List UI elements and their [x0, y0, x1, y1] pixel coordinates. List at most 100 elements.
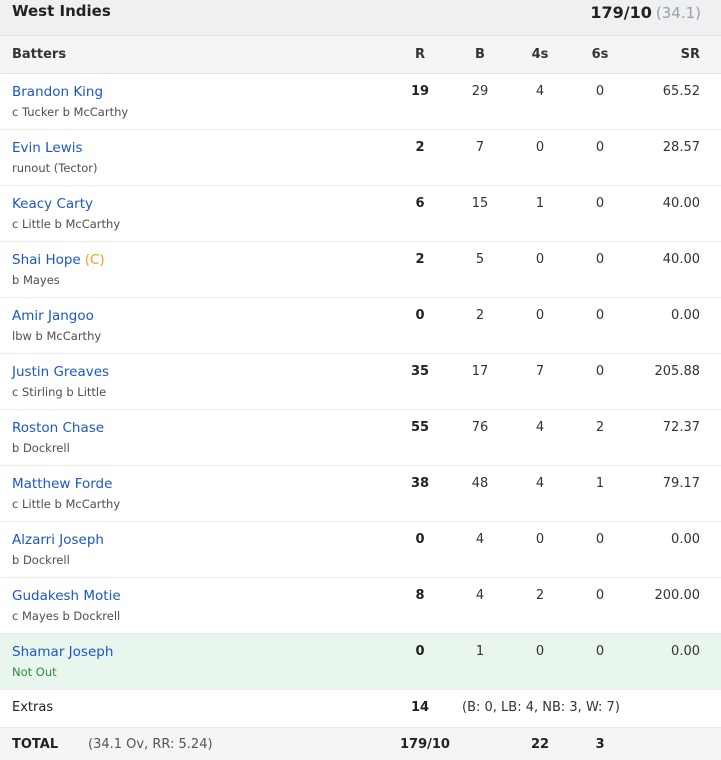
sixes-cell: 0	[595, 84, 605, 99]
captain-badge: (C)	[84, 252, 105, 268]
extras-detail: (B: 0, LB: 4, NB: 3, W: 7)	[462, 700, 620, 715]
extras-value: 14	[410, 700, 430, 715]
fours-cell: 4	[535, 84, 545, 99]
table-row: Brandon King c Tucker b McCarthy 19 29 4…	[0, 74, 721, 130]
runs-cell: 8	[415, 588, 425, 603]
total-info: (34.1 Ov, RR: 5.24)	[88, 737, 213, 752]
strike-rate-cell: 200.00	[654, 588, 701, 603]
table-row: Shamar Joseph Not Out 0 1 0 0 0.00	[0, 634, 721, 690]
runs-cell: 2	[415, 252, 425, 267]
balls-cell: 5	[475, 252, 485, 267]
fours-cell: 0	[535, 252, 545, 267]
fours-cell: 4	[535, 420, 545, 435]
dismissal-text: b Dockrell	[12, 553, 70, 567]
batter-name-link[interactable]: Evin Lewis	[12, 140, 83, 156]
runs-cell: 55	[410, 420, 430, 435]
runs-cell: 38	[410, 476, 430, 491]
balls-cell: 48	[471, 476, 489, 491]
runs-cell: 0	[415, 532, 425, 547]
batter-name[interactable]: Roston Chase	[12, 420, 104, 436]
balls-cell: 7	[475, 140, 485, 155]
batter-name[interactable]: Keacy Carty	[12, 196, 93, 212]
batter-name-link[interactable]: Justin Greaves	[12, 364, 109, 380]
batter-name-link[interactable]: Shamar Joseph	[12, 644, 113, 660]
total-label: TOTAL	[12, 737, 59, 752]
balls-cell: 15	[471, 196, 489, 211]
sixes-cell: 1	[595, 476, 605, 491]
balls-cell: 1	[475, 644, 485, 659]
balls-cell: 2	[475, 308, 485, 323]
table-row: Amir Jangoo lbw b McCarthy 0 2 0 0 0.00	[0, 298, 721, 354]
fours-cell: 7	[535, 364, 545, 379]
table-row: Evin Lewis runout (Tector) 2 7 0 0 28.57	[0, 130, 721, 186]
extras-row: Extras 14 (B: 0, LB: 4, NB: 3, W: 7)	[0, 690, 721, 728]
strike-rate-cell: 65.52	[662, 84, 700, 99]
strike-rate-cell: 40.00	[662, 252, 700, 267]
fours-cell: 0	[535, 140, 545, 155]
fours-cell: 2	[535, 588, 545, 603]
strike-rate-cell: 0.00	[671, 532, 700, 547]
balls-cell: 4	[475, 588, 485, 603]
strike-rate-cell: 79.17	[662, 476, 700, 491]
batter-name-link[interactable]: Alzarri Joseph	[12, 532, 104, 548]
batter-name-link[interactable]: Matthew Forde	[12, 476, 112, 492]
runs-cell: 35	[410, 364, 430, 379]
runs-cell: 0	[415, 644, 425, 659]
fours-cell: 0	[535, 532, 545, 547]
balls-cell: 17	[471, 364, 489, 379]
table-row: Justin Greaves c Stirling b Little 35 17…	[0, 354, 721, 410]
sixes-cell: 0	[595, 364, 605, 379]
dismissal-text: runout (Tector)	[12, 161, 98, 175]
column-header-runs: R	[414, 47, 425, 62]
team-runs: 179/10	[590, 3, 652, 22]
table-row: Roston Chase b Dockrell 55 76 4 2 72.37	[0, 410, 721, 466]
dismissal-text: c Stirling b Little	[12, 385, 107, 399]
table-row: Shai Hope (C) b Mayes 2 5 0 0 40.00	[0, 242, 721, 298]
batter-name-link[interactable]: Shai Hope (C)	[12, 252, 105, 268]
runs-cell: 2	[415, 140, 425, 155]
column-header-batters: Batters	[12, 47, 67, 62]
fours-cell: 0	[535, 308, 545, 323]
sixes-cell: 0	[595, 644, 605, 659]
total-sixes: 3	[595, 737, 605, 752]
total-score: 179/10	[400, 737, 450, 752]
batter-name[interactable]: Shamar Joseph	[12, 644, 113, 660]
fours-cell: 1	[535, 196, 545, 211]
batter-name-link[interactable]: Amir Jangoo	[12, 308, 94, 324]
batter-name[interactable]: Brandon King	[12, 84, 103, 100]
team-overs: (34.1)	[655, 4, 701, 22]
dismissal-text: Not Out	[12, 665, 57, 679]
strike-rate-cell: 205.88	[654, 364, 701, 379]
strike-rate-cell: 72.37	[662, 420, 700, 435]
batter-name[interactable]: Alzarri Joseph	[12, 532, 104, 548]
batter-name[interactable]: Amir Jangoo	[12, 308, 94, 324]
column-header-balls: B	[475, 47, 485, 62]
team-score: 179/10 (34.1)	[590, 3, 701, 22]
table-row: Alzarri Joseph b Dockrell 0 4 0 0 0.00	[0, 522, 721, 578]
batter-name-link[interactable]: Brandon King	[12, 84, 103, 100]
strike-rate-cell: 0.00	[671, 644, 700, 659]
batter-name[interactable]: Gudakesh Motie	[12, 588, 121, 604]
batter-name[interactable]: Matthew Forde	[12, 476, 112, 492]
table-row: Gudakesh Motie c Mayes b Dockrell 8 4 2 …	[0, 578, 721, 634]
total-fours: 22	[530, 737, 550, 752]
total-row: TOTAL (34.1 Ov, RR: 5.24) 179/10 22 3	[0, 728, 721, 760]
batter-name[interactable]: Justin Greaves	[12, 364, 109, 380]
dismissal-text: c Tucker b McCarthy	[12, 105, 129, 119]
strike-rate-cell: 40.00	[662, 196, 700, 211]
batter-name-link[interactable]: Gudakesh Motie	[12, 588, 121, 604]
balls-cell: 4	[475, 532, 485, 547]
dismissal-text: b Mayes	[12, 273, 60, 287]
batter-name[interactable]: Evin Lewis	[12, 140, 83, 156]
batter-name-link[interactable]: Keacy Carty	[12, 196, 93, 212]
batter-name-link[interactable]: Roston Chase	[12, 420, 104, 436]
runs-cell: 6	[415, 196, 425, 211]
strike-rate-cell: 0.00	[671, 308, 700, 323]
sixes-cell: 2	[595, 420, 605, 435]
runs-cell: 0	[415, 308, 425, 323]
dismissal-text: c Little b McCarthy	[12, 217, 121, 231]
balls-cell: 76	[471, 420, 489, 435]
fours-cell: 0	[535, 644, 545, 659]
batter-name[interactable]: Shai Hope	[12, 252, 81, 268]
runs-cell: 19	[410, 84, 430, 99]
